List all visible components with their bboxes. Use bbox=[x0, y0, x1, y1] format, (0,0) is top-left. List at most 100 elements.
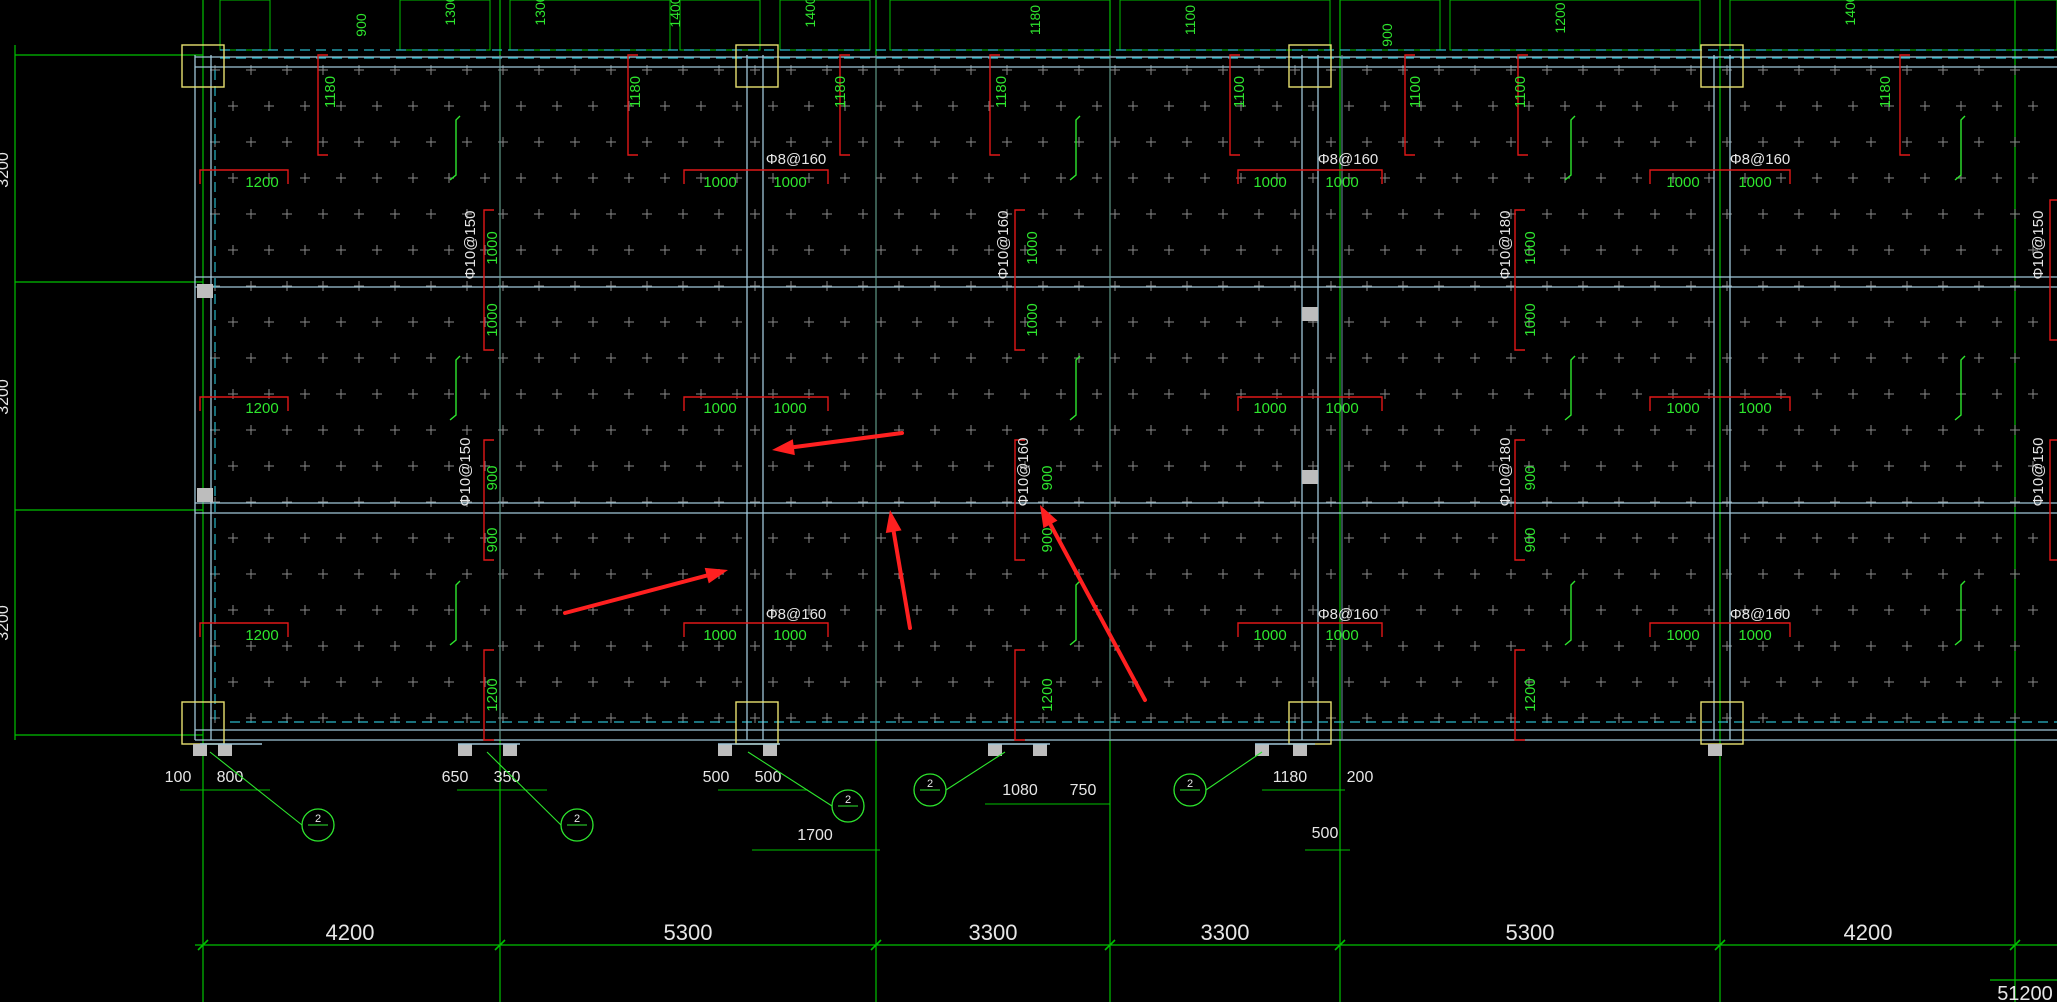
detail-5-tag-label: 2 bbox=[1187, 778, 1193, 790]
rebar-label: 1000 bbox=[703, 174, 736, 191]
rebar-label-vertical: Φ10@150 bbox=[2030, 211, 2047, 280]
rebar-label: 1000 bbox=[773, 174, 806, 191]
detail-2-left-label: 650 bbox=[442, 769, 469, 786]
rebar-label: 1000 bbox=[773, 627, 806, 644]
rebar-label-vertical: Φ10@160 bbox=[995, 211, 1012, 280]
rebar-label: 1200 bbox=[245, 400, 278, 417]
top-length-label: 900 bbox=[353, 13, 369, 37]
rebar-label: 1000 bbox=[703, 627, 736, 644]
rebar-label-vertical: 1100 bbox=[1231, 76, 1248, 108]
detail-1-right-label: 800 bbox=[217, 769, 244, 786]
rebar-label-vertical: 900 bbox=[1522, 527, 1539, 552]
rebar-label-vertical: 1000 bbox=[484, 303, 501, 336]
footing-block bbox=[763, 744, 777, 756]
structural-drawing: 1200 1200 1200 1000 1000 1000 1000 1000 1000 1000… bbox=[0, 0, 2057, 1002]
rebar-label: 1000 bbox=[1738, 400, 1771, 417]
top-length-label: 1200 bbox=[1552, 2, 1568, 33]
bottom-dim-label: 3300 bbox=[1201, 920, 1250, 945]
detail-3-tag-label: 2 bbox=[845, 794, 851, 806]
detail-2-tag-label: 2 bbox=[574, 813, 580, 825]
left-dim-label: 3200 bbox=[0, 379, 12, 415]
rebar-label-vertical: 1000 bbox=[484, 231, 501, 264]
bottom-dim-label: 4200 bbox=[1844, 920, 1893, 945]
rebar-label: 1000 bbox=[1738, 627, 1771, 644]
footing-block bbox=[458, 744, 472, 756]
rebar-label-vertical: Φ10@180 bbox=[1497, 438, 1514, 507]
left-dim-label: 3200 bbox=[0, 152, 12, 188]
rebar-label-vertical: 900 bbox=[1039, 465, 1056, 490]
rebar-label-vertical: 1000 bbox=[1522, 231, 1539, 264]
footing-block bbox=[193, 744, 207, 756]
top-length-label: 1100 bbox=[1182, 5, 1198, 35]
rebar-label-vertical: 1180 bbox=[627, 76, 644, 108]
rebar-label-vertical: 1180 bbox=[993, 76, 1010, 108]
detail-5-left-label: 1180 bbox=[1273, 769, 1308, 786]
rebar-label: 1000 bbox=[1666, 400, 1699, 417]
bottom-dim-label: 3300 bbox=[969, 920, 1018, 945]
rebar-label-vertical: 1000 bbox=[1024, 231, 1041, 264]
top-length-label: 1400 bbox=[802, 0, 818, 28]
rebar-label: 1000 bbox=[1666, 174, 1699, 191]
left-dim-label: 3200 bbox=[0, 605, 12, 641]
top-length-label: 900 bbox=[1379, 23, 1395, 47]
rebar-label: 1200 bbox=[245, 174, 278, 191]
bottom-dim-label: 4200 bbox=[326, 920, 375, 945]
connector-block bbox=[197, 284, 213, 298]
rebar-label: 1000 bbox=[1325, 400, 1358, 417]
rebar-label-vertical: 1180 bbox=[322, 76, 339, 108]
detail-4-left-label: 1080 bbox=[1002, 782, 1038, 799]
rebar-label-vertical: Φ10@180 bbox=[1497, 211, 1514, 280]
detail-4-right-label: 750 bbox=[1070, 782, 1097, 799]
footing-block bbox=[218, 744, 232, 756]
rebar-label: 1000 bbox=[703, 400, 736, 417]
connector-block bbox=[1302, 307, 1318, 321]
rebar-label: 1000 bbox=[1325, 627, 1358, 644]
bottom-dim-label: 5300 bbox=[1506, 920, 1555, 945]
footing-block bbox=[1708, 744, 1722, 756]
rebar-label: Φ8@160 bbox=[1318, 151, 1379, 168]
rebar-label: Φ8@160 bbox=[1318, 606, 1379, 623]
footing-block bbox=[1293, 744, 1307, 756]
rebar-label-vertical: Φ10@150 bbox=[462, 211, 479, 280]
bottom-dim-label: 5300 bbox=[664, 920, 713, 945]
rebar-label-vertical: 900 bbox=[1522, 465, 1539, 490]
rebar-label: 1000 bbox=[1253, 400, 1286, 417]
detail-3-below-label: 1700 bbox=[797, 827, 833, 844]
rebar-label-vertical: 1200 bbox=[1039, 678, 1056, 711]
rebar-label: Φ8@160 bbox=[766, 606, 827, 623]
top-length-label: 1300 bbox=[532, 0, 548, 26]
rebar-label: Φ8@160 bbox=[766, 151, 827, 168]
detail-4-tag-label: 2 bbox=[927, 778, 933, 790]
rebar-label-vertical: 900 bbox=[484, 465, 501, 490]
rebar-label-vertical: 1180 bbox=[832, 76, 849, 108]
rebar-label-vertical: 1200 bbox=[1522, 678, 1539, 711]
rebar-label-vertical: 1000 bbox=[1024, 303, 1041, 336]
top-length-label: 1400 bbox=[667, 0, 683, 28]
rebar-label-vertical: Φ10@150 bbox=[2030, 438, 2047, 507]
footing-block bbox=[718, 744, 732, 756]
connector-block bbox=[197, 488, 213, 502]
detail-5-below-label: 500 bbox=[1312, 825, 1339, 842]
rebar-label-vertical: Φ10@150 bbox=[457, 438, 474, 507]
detail-1-left-label: 100 bbox=[165, 769, 192, 786]
rebar-label: 1000 bbox=[1325, 174, 1358, 191]
footing-block bbox=[1033, 744, 1047, 756]
total-dim-label: 51200 bbox=[1997, 983, 2053, 1002]
rebar-label: 1200 bbox=[245, 627, 278, 644]
connector-block bbox=[1302, 470, 1318, 484]
rebar-label-vertical: 1100 bbox=[1512, 76, 1529, 108]
rebar-label: 1000 bbox=[773, 400, 806, 417]
rebar-label-vertical: 1180 bbox=[1877, 76, 1894, 108]
rebar-label-vertical: Φ10@160 bbox=[1015, 438, 1032, 507]
rebar-label: 1000 bbox=[1738, 174, 1771, 191]
rebar-label: 1000 bbox=[1666, 627, 1699, 644]
top-length-label: 1400 bbox=[1842, 0, 1858, 26]
top-length-label: 1180 bbox=[1027, 5, 1043, 35]
top-length-label: 1300 bbox=[442, 0, 458, 26]
footing-block bbox=[988, 744, 1002, 756]
detail-5-right-label: 200 bbox=[1347, 769, 1374, 786]
rebar-label: Φ8@160 bbox=[1730, 606, 1791, 623]
rebar-label-vertical: 1100 bbox=[1407, 76, 1424, 108]
rebar-label-vertical: 900 bbox=[484, 527, 501, 552]
rebar-label-vertical: 1000 bbox=[1522, 303, 1539, 336]
